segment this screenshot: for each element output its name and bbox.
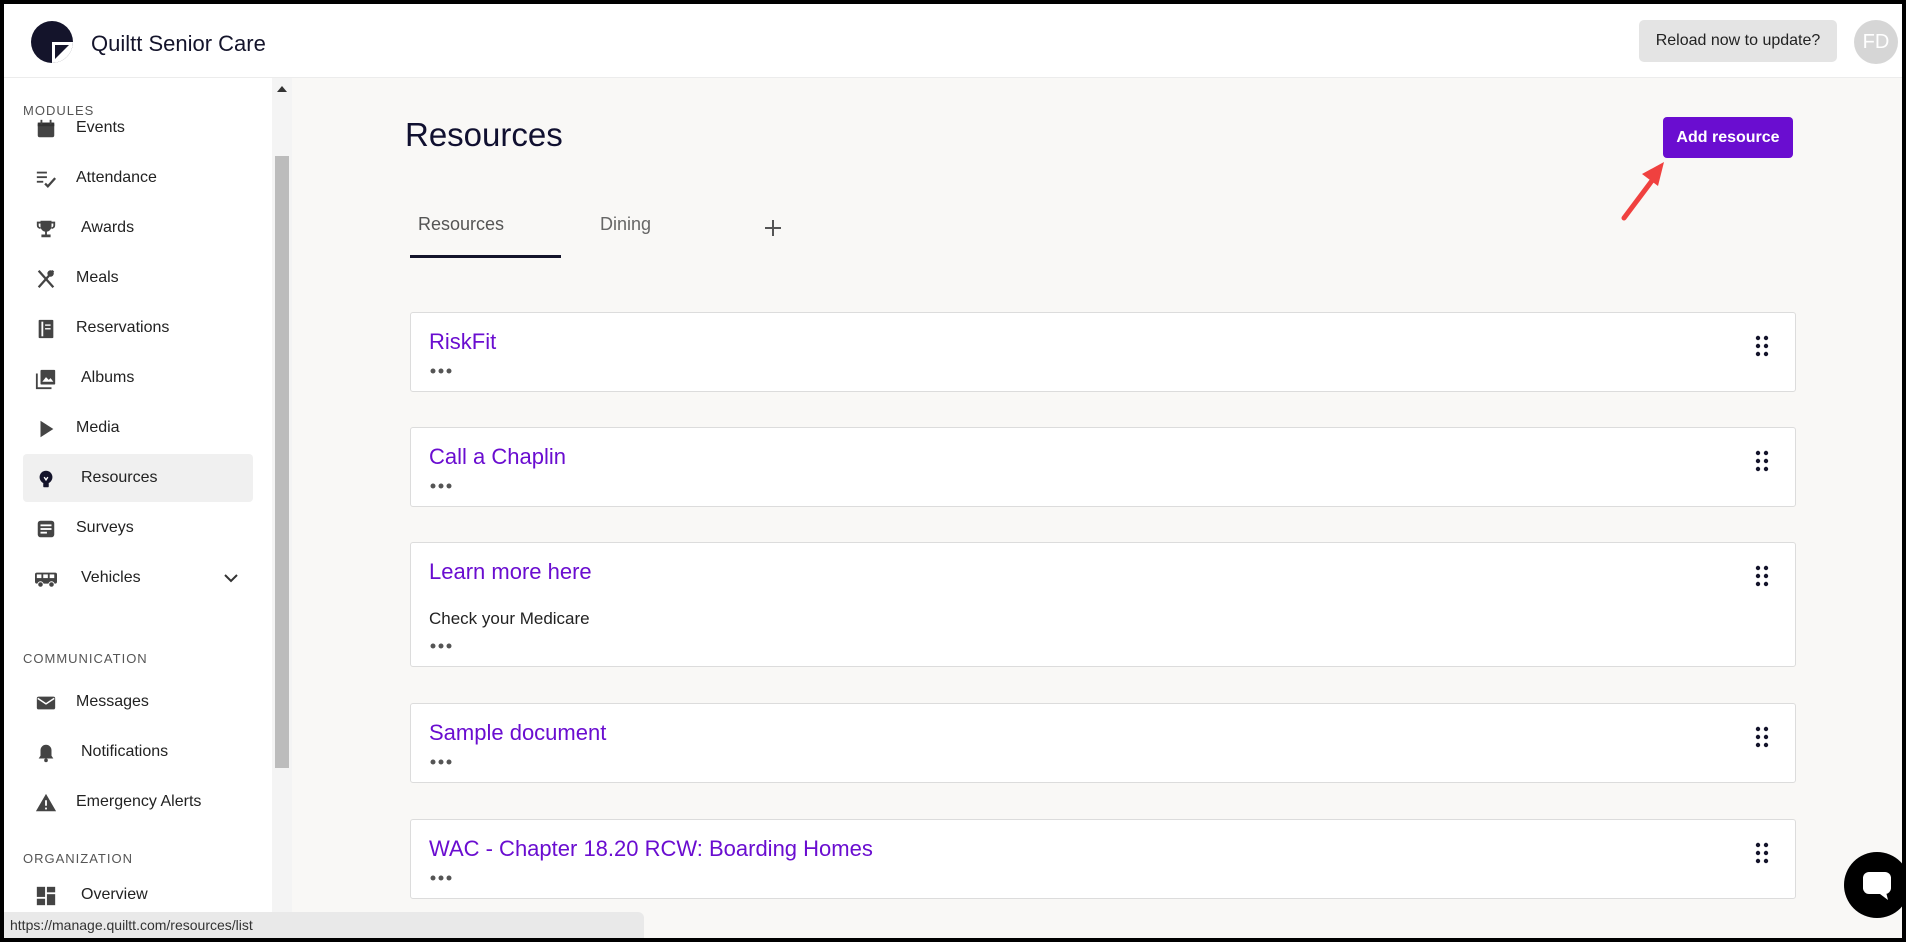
- utensils-icon: [37, 269, 55, 289]
- sidebar-item-label: Emergency Alerts: [76, 793, 202, 810]
- more-options-icon[interactable]: [430, 367, 452, 375]
- resource-card[interactable]: Sample document: [410, 703, 1796, 783]
- sidebar-item-notifications[interactable]: Notifications: [23, 728, 253, 776]
- dashboard-icon: [36, 886, 56, 906]
- warning-icon: [35, 793, 57, 812]
- resource-card[interactable]: Learn more here Check your Medicare: [410, 542, 1796, 667]
- drag-handle-icon[interactable]: [1755, 450, 1769, 472]
- add-resource-button[interactable]: Add resource: [1663, 117, 1793, 158]
- avatar[interactable]: FD: [1854, 20, 1898, 64]
- resource-title[interactable]: Call a Chaplin: [429, 444, 566, 470]
- tab-dining[interactable]: Dining: [600, 214, 700, 258]
- reload-button[interactable]: Reload now to update?: [1639, 20, 1837, 62]
- annotation-arrow-icon: [1621, 162, 1664, 221]
- drag-handle-icon[interactable]: [1755, 335, 1769, 357]
- sidebar-item-reservations[interactable]: Reservations: [23, 304, 253, 352]
- status-bar-url: https://manage.quiltt.com/resources/list: [4, 912, 644, 938]
- resource-card[interactable]: RiskFit: [410, 312, 1796, 392]
- resource-description: Check your Medicare: [429, 609, 590, 628]
- sidebar-item-emergency-alerts[interactable]: Emergency Alerts: [23, 778, 253, 826]
- section-label-organization: ORGANIZATION: [23, 851, 133, 866]
- sidebar-item-label: Awards: [81, 219, 135, 236]
- more-options-icon[interactable]: [430, 758, 452, 766]
- resource-card[interactable]: Call a Chaplin: [410, 427, 1796, 507]
- resource-card[interactable]: WAC - Chapter 18.20 RCW: Boarding Homes: [410, 819, 1796, 899]
- checklist-icon: [36, 171, 57, 189]
- sidebar-item-label: Albums: [81, 369, 135, 386]
- chat-launcher-button[interactable]: [1844, 852, 1902, 918]
- sidebar-item-albums[interactable]: Albums: [23, 354, 253, 402]
- book-icon: [38, 319, 54, 339]
- bus-icon: [35, 572, 57, 588]
- sidebar-item-media[interactable]: Media: [23, 404, 253, 452]
- sidebar-item-label: Overview: [81, 886, 148, 903]
- mail-icon: [36, 696, 56, 710]
- sidebar-item-label: Media: [76, 419, 120, 436]
- sidebar-item-events[interactable]: Events: [23, 104, 253, 152]
- sidebar-item-label: Notifications: [81, 743, 169, 760]
- drag-handle-icon[interactable]: [1755, 565, 1769, 587]
- sidebar-item-label: Surveys: [76, 519, 134, 536]
- sidebar-item-label: Meals: [76, 269, 119, 286]
- sidebar-item-label: Reservations: [76, 319, 170, 336]
- more-options-icon[interactable]: [430, 874, 452, 882]
- resource-title[interactable]: Learn more here: [429, 559, 592, 585]
- chevron-down-icon[interactable]: [221, 568, 241, 588]
- drag-handle-icon[interactable]: [1755, 842, 1769, 864]
- trophy-icon: [36, 220, 56, 238]
- sidebar-item-label: Resources: [81, 469, 158, 486]
- tab-resources[interactable]: Resources: [410, 214, 561, 258]
- sidebar-item-surveys[interactable]: Surveys: [23, 504, 253, 552]
- drag-handle-icon[interactable]: [1755, 726, 1769, 748]
- section-label-communication: COMMUNICATION: [23, 651, 148, 666]
- more-options-icon[interactable]: [430, 642, 452, 650]
- lightbulb-icon: [39, 470, 53, 488]
- resource-title[interactable]: RiskFit: [429, 329, 496, 355]
- survey-icon: [37, 520, 55, 538]
- sidebar-item-label: Messages: [76, 693, 149, 710]
- quiltt-logo-icon[interactable]: [31, 21, 73, 63]
- top-bar: Quiltt Senior Care Reload now to update?…: [4, 4, 1902, 78]
- photos-icon: [35, 369, 56, 390]
- sidebar-item-meals[interactable]: Meals: [23, 254, 253, 302]
- more-options-icon[interactable]: [430, 482, 452, 490]
- play-icon: [40, 420, 54, 438]
- chat-bubble-icon: [1863, 872, 1891, 900]
- scroll-up-arrow-icon[interactable]: [277, 86, 287, 92]
- sidebar: MODULES Events Attendance Awards Meals R…: [4, 78, 292, 938]
- calendar-icon: [37, 119, 55, 138]
- sidebar-item-attendance[interactable]: Attendance: [23, 154, 253, 202]
- resource-title[interactable]: WAC - Chapter 18.20 RCW: Boarding Homes: [429, 836, 873, 862]
- resource-title[interactable]: Sample document: [429, 720, 606, 746]
- sidebar-item-label: Vehicles: [81, 569, 141, 586]
- scrollbar-thumb[interactable]: [275, 156, 289, 768]
- main-content: Resources Add resource Resources Dining …: [292, 78, 1902, 938]
- sidebar-item-label: Events: [76, 119, 125, 136]
- bell-icon: [38, 744, 54, 763]
- sidebar-item-vehicles[interactable]: Vehicles: [23, 554, 253, 602]
- sidebar-item-awards[interactable]: Awards: [23, 204, 253, 252]
- app-title: Quiltt Senior Care: [91, 31, 266, 56]
- add-tab-plus-icon[interactable]: [759, 214, 787, 242]
- app-window: Quiltt Senior Care Reload now to update?…: [4, 4, 1902, 938]
- sidebar-item-label: Attendance: [76, 169, 157, 186]
- sidebar-nav: MODULES Events Attendance Awards Meals R…: [4, 78, 272, 938]
- sidebar-item-messages[interactable]: Messages: [23, 678, 253, 726]
- sidebar-item-resources[interactable]: Resources: [23, 454, 253, 502]
- page-title: Resources: [405, 116, 563, 153]
- sidebar-scrollbar[interactable]: [272, 78, 292, 938]
